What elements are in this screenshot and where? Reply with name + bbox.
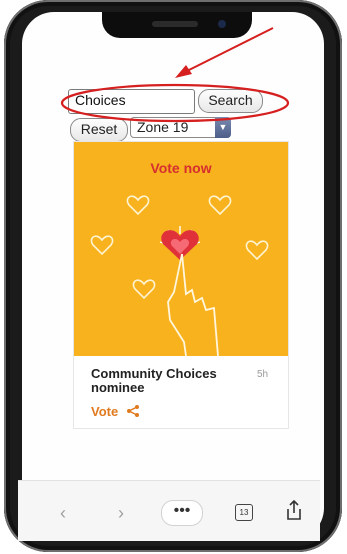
card-title[interactable]: Community Choices nominee	[91, 367, 241, 395]
search-input[interactable]: Choices	[68, 89, 195, 114]
heart-outline-icon	[245, 240, 269, 261]
banner-text: Vote now	[150, 160, 212, 176]
speaker-icon	[152, 21, 198, 27]
share-icon[interactable]	[126, 404, 140, 418]
card-illustration: Vote now	[74, 142, 288, 356]
heart-outline-icon	[132, 279, 156, 300]
heart-outline-icon	[208, 195, 232, 216]
zone-select[interactable]: Zone 19 ▼	[130, 117, 231, 138]
heart-outline-icon	[90, 235, 114, 256]
vote-link[interactable]: Vote	[91, 404, 118, 419]
search-button[interactable]: Search	[198, 89, 263, 113]
tabs-button[interactable]: 13	[235, 504, 253, 521]
news-card[interactable]: Vote now Community Choices nominee 5h Vo…	[74, 142, 288, 428]
zone-select-value: Zone 19	[137, 119, 189, 135]
reset-button[interactable]: Reset	[70, 118, 128, 142]
chevron-down-icon[interactable]: ▼	[215, 117, 231, 138]
back-icon[interactable]: ‹	[60, 503, 66, 524]
share-icon[interactable]	[285, 500, 303, 520]
more-options-button[interactable]: •••	[161, 500, 203, 526]
notch	[102, 12, 252, 38]
camera-icon	[218, 20, 226, 28]
card-timestamp: 5h	[257, 369, 269, 380]
heart-outline-icon	[126, 195, 150, 216]
hand-icon	[181, 253, 219, 356]
forward-icon[interactable]: ›	[118, 503, 124, 524]
